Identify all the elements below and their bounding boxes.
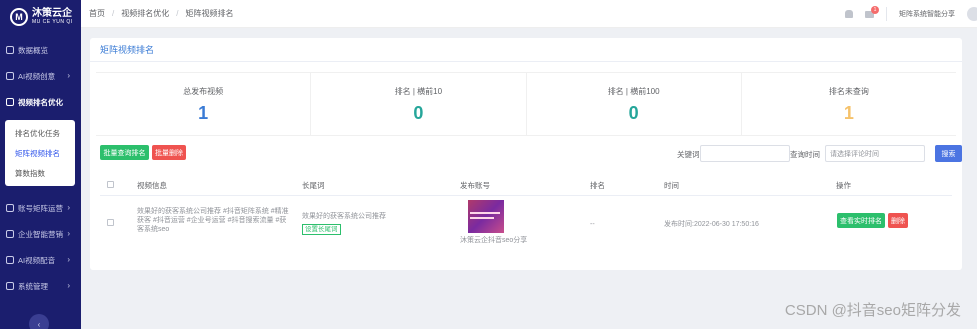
select-all-checkbox[interactable]: [107, 181, 114, 188]
sidebar-item-label: AI视频创意: [18, 71, 56, 81]
view-realtime-rank-button[interactable]: 查看实时排名: [837, 213, 885, 228]
breadcrumb-home[interactable]: 首页: [89, 8, 105, 19]
sidebar-item-label: 企业智能营销: [18, 229, 63, 239]
search-button[interactable]: 搜索: [935, 145, 962, 162]
bell-icon[interactable]: [845, 10, 853, 18]
sidebar-item-label: 账号矩阵运营: [18, 203, 63, 213]
stat-unqueried: 排名未查询 1: [742, 73, 956, 135]
stat-label: 总发布视频: [183, 87, 224, 96]
user-name[interactable]: 矩阵系统智能分享: [899, 9, 955, 19]
stat-label: 排名 | 横前10: [394, 87, 443, 96]
batch-delete-button[interactable]: 批量删除: [152, 145, 186, 160]
collapse-sidebar-button[interactable]: ‹: [29, 314, 49, 329]
batch-query-rank-button[interactable]: 批量查询排名: [100, 145, 149, 160]
watermark: CSDN @抖音seo矩阵分发: [784, 302, 961, 319]
row-checkbox[interactable]: [107, 219, 114, 226]
settings-icon: [6, 282, 14, 290]
chevron-right-icon: ›: [67, 229, 70, 238]
stat-top10: 排名 | 横前10 0: [311, 73, 527, 135]
video-icon: [6, 72, 14, 80]
chevron-right-icon: ›: [67, 203, 70, 212]
keyword-input[interactable]: [700, 145, 790, 162]
keyword-label: 关键词: [677, 150, 700, 159]
thumbnail-caption-line: [470, 217, 494, 219]
submenu-item-rank-task[interactable]: 排名优化任务: [5, 123, 75, 143]
stat-value: 0: [413, 103, 424, 123]
header-divider: [886, 7, 887, 21]
chevron-right-icon: ›: [67, 71, 70, 80]
logo-icon: M: [10, 8, 28, 26]
sidebar-item-label: AI视频配音: [18, 255, 56, 265]
sidebar-item-account-matrix[interactable]: 账号矩阵运营 ›: [0, 195, 81, 221]
breadcrumb-video-rank[interactable]: 视频排名优化: [121, 8, 169, 19]
stat-total-videos: 总发布视频 1: [96, 73, 312, 135]
microphone-icon: [6, 256, 14, 264]
time-label: 查询时间: [790, 150, 820, 159]
chevron-right-icon: ›: [67, 255, 70, 264]
column-header: 排名: [590, 181, 605, 190]
stat-value: 1: [198, 103, 209, 123]
header-actions: 1 矩阵系统智能分享: [845, 0, 977, 28]
video-thumbnail[interactable]: [468, 200, 504, 233]
submenu-item-index[interactable]: 算数指数: [5, 163, 75, 183]
sidebar-item-ai-voice[interactable]: AI视频配音 ›: [0, 247, 81, 273]
stat-label: 排名未查询: [828, 87, 869, 96]
delete-button[interactable]: 删除: [888, 213, 908, 228]
toolbar: 批量查询排名 批量删除 关键词 查询时间 请选择评论时间 搜索: [100, 145, 962, 163]
sidebar-item-label: 视频排名优化: [18, 97, 63, 107]
main-card: 矩阵视频排名 总发布视频 1 排名 | 横前10 0 排名 | 横前100 0 …: [90, 38, 962, 270]
sidebar-item-data-overview[interactable]: 数据概览: [0, 37, 81, 63]
sidebar: M 沐策云企 MU CE YUN QI 数据概览 AI视频创意 › 视频排名优化…: [0, 0, 81, 329]
notification-badge: 1: [871, 5, 879, 14]
time-picker[interactable]: 请选择评论时间: [825, 145, 925, 162]
column-header: 操作: [836, 181, 851, 190]
stat-value: 1: [843, 103, 854, 123]
sidebar-item-label: 系统管理: [18, 281, 48, 291]
publish-time: 发布时间:2022-06-30 17:50:16: [664, 221, 759, 228]
column-header: 长尾词: [302, 181, 325, 190]
submenu-item-matrix-video-rank[interactable]: 矩阵视频排名: [5, 143, 75, 163]
stat-label: 排名 | 横前100: [607, 87, 660, 96]
marketing-icon: [6, 230, 14, 238]
breadcrumb-current: 矩阵视频排名: [185, 9, 234, 18]
column-header: 视频信息: [137, 181, 167, 190]
rank-icon: [6, 98, 14, 106]
page-title: 矩阵视频排名: [90, 38, 962, 62]
avatar[interactable]: [967, 7, 977, 21]
sidebar-item-smart-marketing[interactable]: 企业智能营销 ›: [0, 221, 81, 247]
breadcrumb-separator: /: [112, 9, 115, 18]
top-header: 首页 / 视频排名优化 / 矩阵视频排名 1 矩阵系统智能分享: [81, 0, 977, 28]
set-keyword-tag[interactable]: 设置长尾词: [302, 224, 341, 235]
sidebar-item-system[interactable]: 系统管理 ›: [0, 273, 81, 299]
keyword-cell: 效果好的获客系统公司推荐 设置长尾词: [302, 212, 402, 235]
brand-name: 沐策云企: [32, 8, 72, 19]
keyword-text: 效果好的获客系统公司推荐: [302, 213, 386, 220]
stat-top100: 排名 | 横前100 0: [527, 73, 742, 135]
column-header: 发布账号: [460, 181, 490, 190]
table-row: 效果好的获客系统公司推荐 #抖音矩阵系统 #精准获客 #抖音运营 #企业号运营 …: [100, 198, 952, 260]
rank-value: --: [590, 221, 595, 228]
sidebar-item-video-rank[interactable]: 视频排名优化: [0, 89, 81, 115]
stat-value: 0: [628, 103, 639, 123]
table-header: 视频信息 长尾词 发布账号 排名 时间 操作: [100, 176, 952, 196]
message-icon[interactable]: 1: [865, 5, 879, 18]
thumbnail-caption-line: [470, 212, 500, 214]
sidebar-item-ai-video-creative[interactable]: AI视频创意 ›: [0, 63, 81, 89]
logo[interactable]: M 沐策云企 MU CE YUN QI: [0, 0, 81, 34]
account-name: 沐策云企抖音seo分享: [460, 237, 528, 244]
brand-sub: MU CE YUN QI: [32, 19, 73, 25]
submenu-video-rank: 排名优化任务 矩阵视频排名 算数指数: [5, 120, 75, 186]
dashboard-icon: [6, 46, 14, 54]
breadcrumb-separator: /: [176, 9, 179, 18]
chevron-right-icon: ›: [67, 281, 70, 290]
video-info[interactable]: 效果好的获客系统公司推荐 #抖音矩阵系统 #精准获客 #抖音运营 #企业号运营 …: [137, 207, 289, 235]
column-header: 时间: [664, 181, 679, 190]
stats-panel: 总发布视频 1 排名 | 横前10 0 排名 | 横前100 0 排名未查询 1: [96, 72, 956, 136]
sidebar-item-label: 数据概览: [18, 45, 48, 55]
account-icon: [6, 204, 14, 212]
